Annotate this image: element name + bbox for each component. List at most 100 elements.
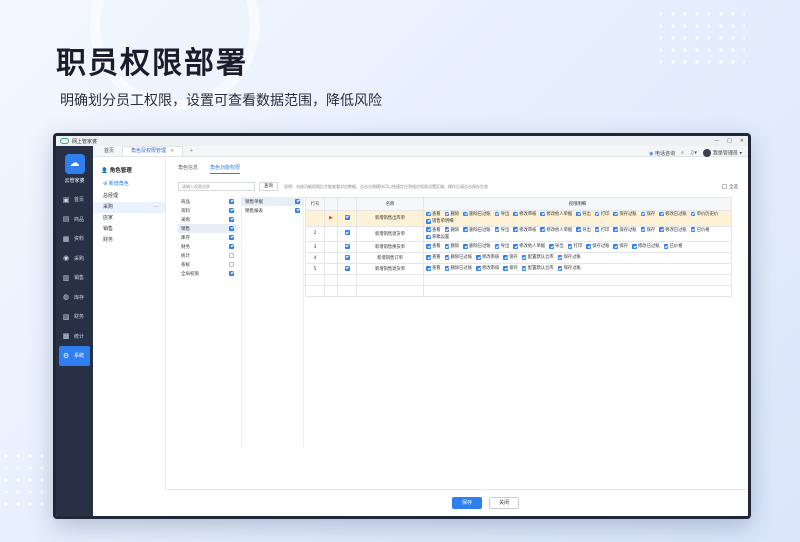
sidebar-item-2[interactable]: ▦ 资料 [56, 229, 93, 249]
checkbox[interactable] [549, 244, 554, 249]
checkbox[interactable] [521, 266, 527, 271]
sidebar-item-3[interactable]: ◉ 采购 [56, 249, 93, 269]
checkbox[interactable] [613, 227, 618, 232]
permission-option[interactable]: 删除已过账 [463, 211, 491, 217]
tab-home[interactable]: 首页 [96, 147, 122, 156]
permission-option[interactable]: 配置默认仓库 [521, 254, 554, 260]
checkbox[interactable] [557, 266, 563, 271]
checkbox[interactable] [690, 211, 696, 217]
maximize-button[interactable]: □ [727, 138, 732, 144]
checkbox[interactable] [690, 227, 696, 232]
permission-option[interactable]: 查看 [426, 265, 441, 271]
permission-option[interactable]: 保存 [640, 211, 655, 217]
checkbox[interactable] [576, 211, 581, 217]
checkbox[interactable] [229, 262, 234, 267]
checkbox[interactable] [540, 211, 545, 217]
more-icon[interactable]: ··· [154, 202, 159, 213]
add-tab-button[interactable]: + [183, 147, 199, 156]
checkbox[interactable] [426, 219, 431, 224]
permission-option[interactable]: 修改已过账 [659, 211, 687, 217]
sidebar-item-8[interactable]: ⚙ 系统 [59, 346, 90, 366]
permission-option[interactable]: 保存过账 [613, 211, 637, 217]
permission-option[interactable]: 已价格 [663, 243, 682, 249]
minimize-button[interactable]: — [714, 138, 719, 144]
role-item[interactable]: 店家 [93, 213, 165, 224]
checkbox[interactable] [659, 227, 664, 232]
checkbox[interactable] [344, 254, 350, 260]
checkbox[interactable] [722, 184, 727, 189]
permission-option[interactable]: 删除 [444, 211, 459, 217]
sidebar-item-6[interactable]: ▧ 财务 [56, 307, 93, 327]
permission-option[interactable]: 修改他人单据 [513, 243, 545, 249]
permission-option[interactable]: 已价格 [690, 227, 710, 233]
sidebar-item-4[interactable]: ▥ 销售 [56, 268, 93, 288]
checkbox[interactable] [295, 199, 300, 204]
module-item[interactable]: 销售 [178, 224, 237, 233]
table-row[interactable]: 2 新增销售退货单 查看 删除 删除已过账 导出 修改审核 修改他人单据 导出 打印 保存过账 保存 修… [305, 225, 732, 242]
checkbox[interactable] [476, 266, 481, 271]
permission-option[interactable]: 保存过账 [557, 265, 581, 271]
module-item[interactable]: 统计 [178, 251, 237, 260]
permission-option[interactable]: 导出 [576, 211, 591, 217]
checkbox[interactable] [540, 227, 545, 232]
module-item[interactable]: 全局权限 [178, 269, 237, 278]
permission-option[interactable]: 修改审核 [513, 211, 536, 217]
checkbox[interactable] [295, 208, 300, 213]
permission-option[interactable]: 修改审核 [476, 265, 499, 271]
close-window-button[interactable]: ✕ [740, 138, 744, 144]
checkbox[interactable] [494, 211, 500, 217]
checkbox[interactable] [426, 211, 431, 217]
permission-option[interactable]: 删除已过账 [463, 243, 491, 249]
checkbox[interactable] [444, 227, 450, 232]
checkbox[interactable] [229, 208, 234, 213]
checkbox[interactable] [344, 265, 350, 271]
permission-option[interactable]: 保存 [640, 227, 655, 233]
permission-option[interactable]: 保存 [613, 243, 628, 249]
module-item[interactable]: 商品 [178, 197, 237, 206]
table-row[interactable]: ▶ 新增销售出库单 查看 删除 删除已过账 导出 修改审核 修改他人单据 导出 打印 保存过账 保存 修… [305, 210, 732, 227]
checkbox[interactable] [640, 227, 646, 232]
permission-option[interactable]: 删除 [444, 243, 459, 249]
checkbox[interactable] [229, 199, 234, 204]
checkbox[interactable] [426, 266, 431, 271]
checkbox[interactable] [494, 244, 500, 249]
sidebar-item-0[interactable]: ▣ 首页 [56, 190, 93, 210]
permission-option[interactable]: 修改审核 [513, 227, 536, 233]
checkbox[interactable] [632, 244, 637, 249]
checkbox[interactable] [344, 214, 350, 220]
checkbox[interactable] [613, 244, 618, 249]
checkbox[interactable] [513, 227, 518, 232]
tab-role-info[interactable]: 角色信息 [178, 164, 198, 174]
tab-role-permission[interactable]: 角色及权限管理 × [122, 146, 184, 156]
permission-option[interactable]: 保存过账 [557, 254, 581, 260]
checkbox[interactable] [444, 266, 450, 271]
permission-option[interactable]: 修改审核 [476, 254, 499, 260]
checkbox[interactable] [513, 244, 518, 249]
checkbox[interactable] [521, 255, 527, 260]
submodule-item[interactable]: 销售报表 [242, 206, 303, 215]
checkbox[interactable] [503, 255, 508, 260]
permission-option[interactable]: 修改他人单据 [540, 211, 572, 217]
permission-option[interactable]: 导出 [549, 243, 564, 249]
checkbox[interactable] [640, 211, 646, 217]
checkbox[interactable] [229, 235, 234, 240]
close-button[interactable]: 关闭 [489, 497, 519, 509]
checkbox[interactable] [229, 253, 234, 258]
module-item[interactable]: 财务 [178, 242, 237, 251]
permission-option[interactable]: 保存过账 [613, 227, 637, 233]
checkbox[interactable] [444, 244, 450, 249]
permission-option[interactable]: 修改已过账 [659, 227, 687, 233]
checkbox[interactable] [426, 234, 431, 239]
checkbox[interactable] [229, 271, 234, 276]
checkbox[interactable] [586, 244, 591, 249]
permission-option[interactable]: 查看 [426, 227, 441, 233]
permission-option[interactable]: 草稿设置 [426, 234, 449, 240]
permission-option[interactable]: 修改已过账 [632, 243, 660, 249]
checkbox[interactable] [463, 227, 468, 232]
checkbox[interactable] [426, 227, 431, 232]
checkbox[interactable] [594, 227, 600, 232]
permission-option[interactable]: 单价历史价 [690, 211, 718, 217]
permission-option[interactable]: 删除已过账 [463, 227, 491, 233]
permission-option[interactable]: 修改他人单据 [540, 227, 572, 233]
checkbox[interactable] [503, 266, 508, 271]
